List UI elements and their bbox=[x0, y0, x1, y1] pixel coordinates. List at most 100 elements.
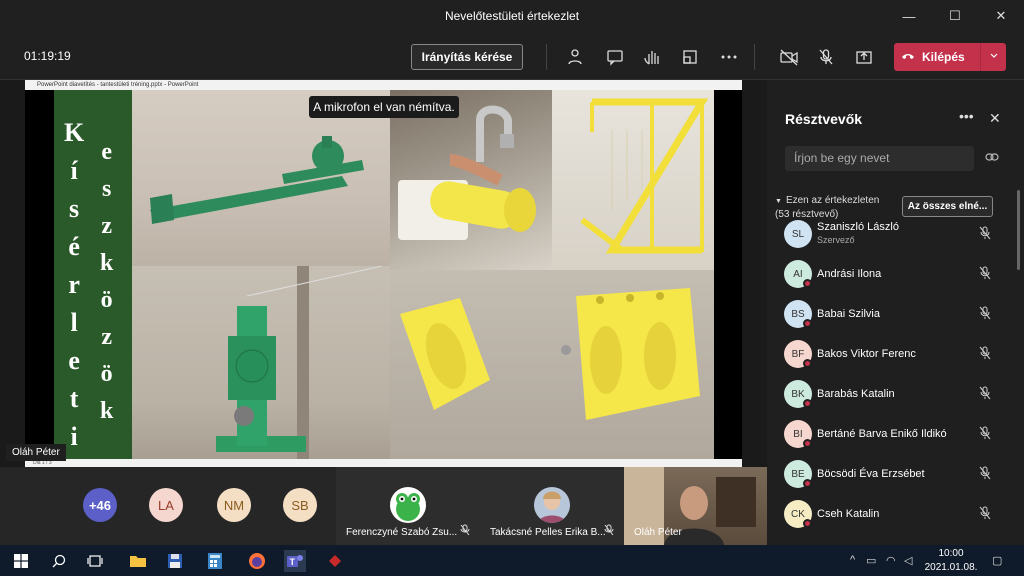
more-icon[interactable]: ••• bbox=[959, 108, 974, 124]
slide-title-letter: k bbox=[100, 250, 114, 276]
maximize-button[interactable]: ☐ bbox=[932, 0, 978, 32]
slide-title-word-2: eszközök bbox=[100, 134, 113, 430]
chevron-down-icon[interactable] bbox=[980, 43, 1006, 71]
participant-tile-name: Ferenczyné Szabó Zsu... bbox=[346, 527, 458, 538]
share-icon[interactable] bbox=[853, 46, 875, 68]
slide-photo-frame bbox=[552, 90, 714, 270]
windows-start-icon[interactable] bbox=[10, 550, 32, 572]
chevron-up-icon[interactable]: ^ bbox=[850, 554, 855, 566]
slide-title-letter: í bbox=[70, 156, 78, 185]
slide-title-letter: e bbox=[68, 346, 80, 375]
toolbar-divider bbox=[754, 44, 755, 70]
user-photo-image bbox=[534, 487, 570, 523]
phone-icon bbox=[894, 50, 922, 64]
volume-icon[interactable]: ◁ bbox=[904, 554, 912, 567]
participant-avatar[interactable]: LA bbox=[149, 488, 183, 522]
search-input[interactable]: Írjon be egy nevet bbox=[785, 146, 974, 171]
participant-avatar[interactable]: SB bbox=[283, 488, 317, 522]
more-icon[interactable] bbox=[718, 46, 740, 68]
meeting-timer: 01:19:19 bbox=[24, 49, 71, 63]
mic-off-icon[interactable] bbox=[979, 506, 991, 523]
participant-tile-name: Takácsné Pelles Erika B... bbox=[490, 527, 606, 538]
slide-title-letter: e bbox=[101, 139, 112, 165]
participant-name: Szaniszló László bbox=[817, 221, 899, 233]
search-icon[interactable] bbox=[48, 550, 70, 572]
mic-off-icon bbox=[604, 524, 614, 539]
participant-row[interactable]: BK Barabás Katalin bbox=[767, 374, 1007, 414]
clock[interactable]: 10:00 2021.01.08. bbox=[922, 547, 980, 575]
mic-off-icon[interactable] bbox=[979, 306, 991, 323]
title-bar: Nevelőtestületi értekezlet — ☐ ✕ bbox=[0, 0, 1024, 32]
overflow-participants-button[interactable]: +46 bbox=[83, 488, 117, 522]
panel-scrollbar[interactable] bbox=[1017, 190, 1020, 270]
participant-tile[interactable]: Ferenczyné Szabó Zsu... bbox=[336, 467, 480, 545]
participant-row[interactable]: BI Bertáné Barva Enikő Ildikó bbox=[767, 414, 1007, 454]
slide-title-letter: l bbox=[70, 308, 78, 337]
wifi-icon[interactable]: ◠ bbox=[886, 554, 896, 567]
raise-hand-icon[interactable] bbox=[641, 46, 663, 68]
mic-off-icon[interactable] bbox=[815, 46, 837, 68]
slide-title-letter: z bbox=[101, 324, 112, 350]
participant-video-tile[interactable]: Oláh Péter bbox=[624, 467, 767, 545]
slide-title-letter: z bbox=[101, 213, 112, 239]
close-button[interactable]: ✕ bbox=[978, 0, 1024, 32]
powerpoint-titlebar: PowerPoint diavetítés - tantestületi tré… bbox=[25, 80, 742, 90]
leave-button[interactable]: Kilépés bbox=[894, 43, 1006, 71]
participant-tile[interactable]: Takácsné Pelles Erika B... bbox=[480, 467, 624, 545]
slide-title-letter: ö bbox=[100, 361, 113, 387]
panel-title: Résztvevők bbox=[785, 111, 863, 127]
participant-name: Böcsödi Éva Erzsébet bbox=[817, 468, 925, 480]
task-view-icon[interactable] bbox=[84, 550, 106, 572]
minimize-button[interactable]: — bbox=[886, 0, 932, 32]
slide-title-letter: k bbox=[100, 398, 114, 424]
participant-row[interactable]: SL Szaniszló László Szervező bbox=[767, 214, 1007, 254]
participants-icon[interactable] bbox=[564, 46, 586, 68]
participant-row[interactable]: AI Andrási Ilona bbox=[767, 254, 1007, 294]
teams-icon[interactable]: T bbox=[284, 550, 306, 572]
status-dot bbox=[803, 359, 812, 368]
slide-title-letter: s bbox=[102, 176, 112, 202]
save-disk-icon[interactable] bbox=[164, 550, 186, 572]
participant-row[interactable]: BS Babai Szilvia bbox=[767, 294, 1007, 334]
slide-photo-pulley-blocks bbox=[390, 270, 714, 459]
mic-off-icon[interactable] bbox=[979, 426, 991, 443]
app-icon[interactable] bbox=[324, 550, 346, 572]
chat-icon[interactable] bbox=[604, 46, 626, 68]
file-explorer-icon[interactable] bbox=[127, 550, 149, 572]
mic-off-icon[interactable] bbox=[979, 266, 991, 283]
powerpoint-statusbar: Dia 1 / 3 bbox=[25, 459, 742, 467]
request-control-button[interactable]: Irányítás kérése bbox=[411, 44, 523, 70]
firefox-icon[interactable] bbox=[246, 550, 268, 572]
camera-off-icon[interactable] bbox=[778, 46, 800, 68]
slide-title-letter: i bbox=[70, 422, 78, 451]
participant-row[interactable]: CK Cseh Katalin bbox=[767, 494, 1007, 534]
participant-role: Szervező bbox=[817, 235, 855, 245]
mute-notice: A mikrofon el van némítva. bbox=[309, 96, 459, 118]
participant-name: Cseh Katalin bbox=[817, 508, 880, 520]
mic-off-icon[interactable] bbox=[979, 346, 991, 363]
participant-row[interactable]: BE Böcsödi Éva Erzsébet bbox=[767, 454, 1007, 494]
mic-off-icon[interactable] bbox=[979, 386, 991, 403]
participant-avatar[interactable]: NM bbox=[217, 488, 251, 522]
share-link-icon[interactable] bbox=[985, 150, 999, 165]
participant-name: Bakos Viktor Ferenc bbox=[817, 348, 916, 360]
mic-off-icon[interactable] bbox=[979, 226, 991, 243]
slide-title-letter: é bbox=[68, 232, 80, 261]
participant-row[interactable]: BF Bakos Viktor Ferenc bbox=[767, 334, 1007, 374]
mic-off-icon[interactable] bbox=[979, 466, 991, 483]
presenter-label: Oláh Péter bbox=[6, 444, 66, 461]
frog-avatar-image bbox=[390, 487, 426, 523]
status-dot bbox=[803, 439, 812, 448]
toolbar-divider bbox=[546, 44, 547, 70]
calculator-icon[interactable] bbox=[204, 550, 226, 572]
participant-name: Babai Szilvia bbox=[817, 308, 880, 320]
status-dot bbox=[803, 479, 812, 488]
slide-title-word-1: Kísérleti bbox=[64, 114, 84, 456]
participant-tile-name: Oláh Péter bbox=[634, 527, 682, 538]
notifications-icon[interactable]: ▢ bbox=[992, 554, 1002, 567]
battery-icon[interactable]: ▭ bbox=[866, 554, 876, 567]
caret-down-icon: ▼ bbox=[775, 198, 782, 205]
participant-name: Bertáné Barva Enikő Ildikó bbox=[817, 428, 947, 440]
rooms-icon[interactable] bbox=[679, 46, 701, 68]
close-icon[interactable]: ✕ bbox=[989, 110, 1001, 127]
